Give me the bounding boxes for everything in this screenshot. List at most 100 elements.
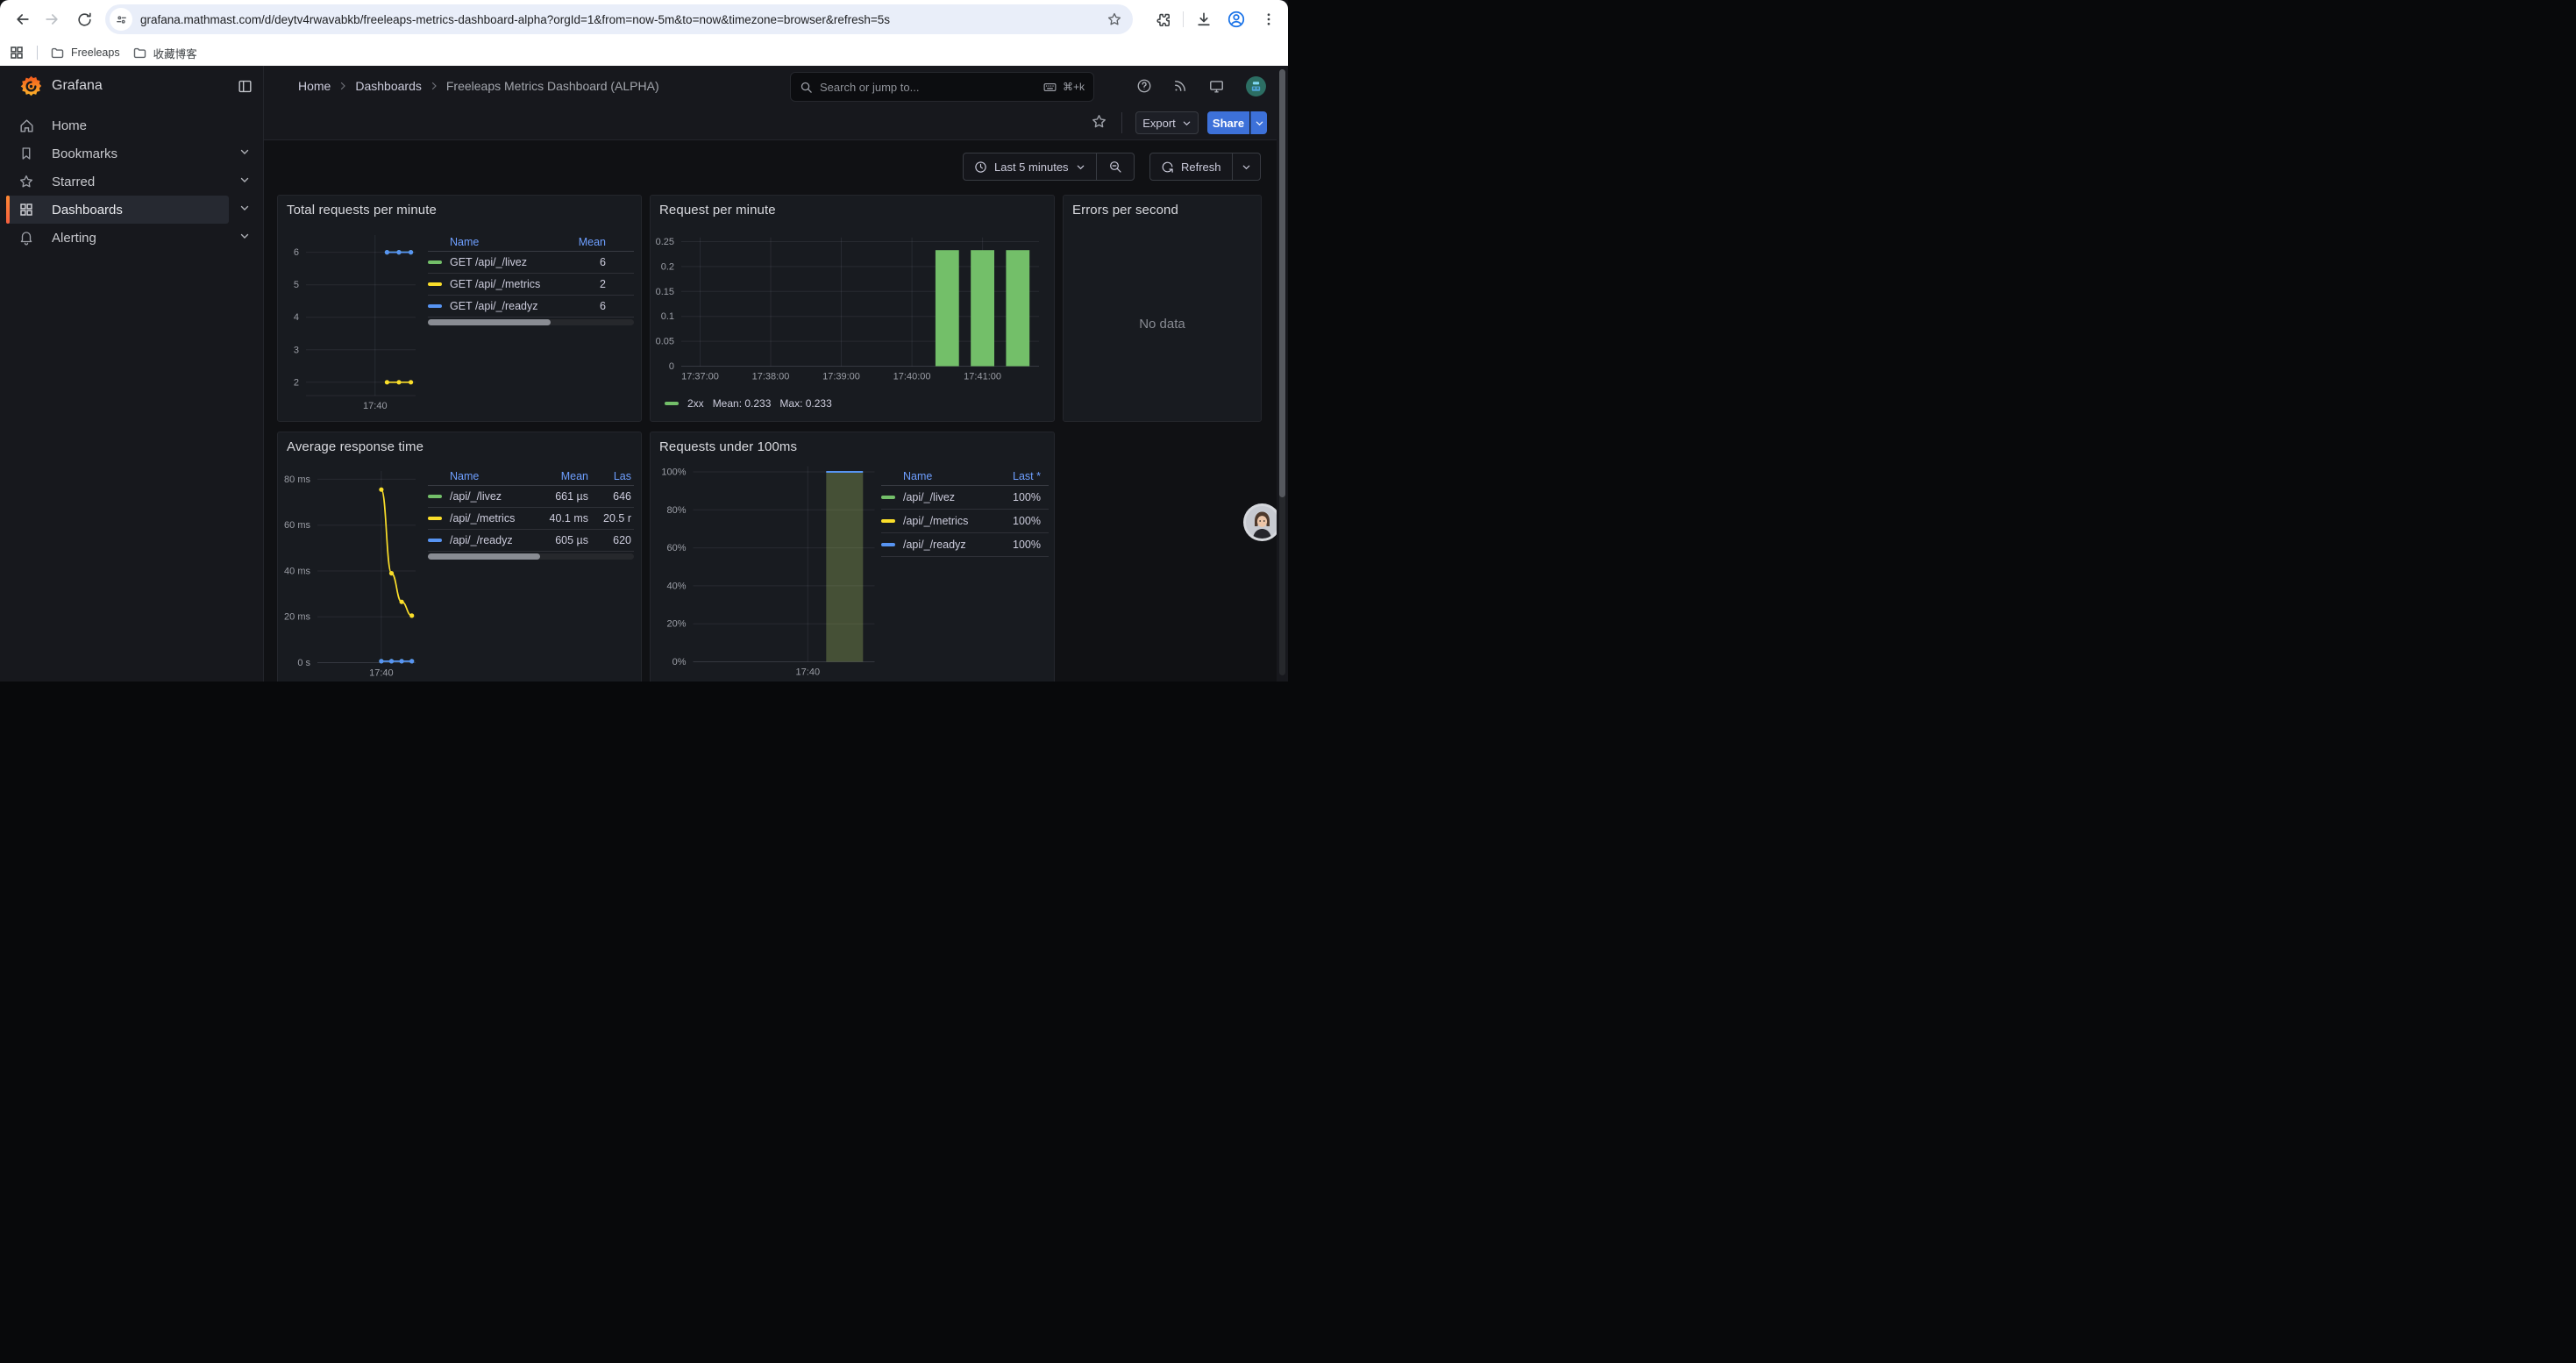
breadcrumb-dashboards[interactable]: Dashboards xyxy=(355,79,422,93)
star-icon xyxy=(16,174,37,189)
series-mean: 6 xyxy=(553,256,606,268)
refresh-interval-button[interactable] xyxy=(1233,162,1260,172)
svg-text:0.1: 0.1 xyxy=(661,311,674,322)
column-header-name[interactable]: Name xyxy=(903,470,988,482)
sidebar-toggle-icon[interactable] xyxy=(237,78,253,95)
header-icons xyxy=(1136,66,1267,106)
series-name[interactable]: /api/_/livez xyxy=(450,490,537,503)
panel-title[interactable]: Total requests per minute xyxy=(287,203,437,218)
url-text[interactable]: grafana.mathmast.com/d/deytv4rwavabkb/fr… xyxy=(140,13,1107,26)
chevron-down-icon[interactable] xyxy=(238,146,253,158)
series-name[interactable]: GET /api/_/readyz xyxy=(450,300,553,312)
search-input[interactable]: Search or jump to... ⌘+k xyxy=(790,72,1094,102)
series-name[interactable]: /api/_/readyz xyxy=(903,539,988,551)
apps-grid-icon[interactable] xyxy=(9,45,25,61)
series-swatch xyxy=(881,496,895,499)
request-per-minute-chart[interactable]: 17:37:0017:38:0017:39:0017:40:0017:41:00… xyxy=(656,231,1049,410)
browser-menu-icon[interactable] xyxy=(1256,7,1281,32)
series-mean: 40.1 ms xyxy=(537,512,588,525)
zoom-out-button[interactable] xyxy=(1097,160,1134,174)
refresh-label: Refresh xyxy=(1181,161,1221,174)
bookmarks-bar: Freeleaps 收藏博客 xyxy=(0,39,1288,66)
panel-title[interactable]: Request per minute xyxy=(659,203,776,218)
column-header-last[interactable]: Las xyxy=(588,470,634,482)
series-name[interactable]: GET /api/_/livez xyxy=(450,256,553,268)
site-info-icon[interactable] xyxy=(110,8,132,31)
panel-avg-response: Average response time 17:4080 ms60 ms40 … xyxy=(277,432,642,682)
under-100ms-chart[interactable]: 17:40100%80%60%40%20%0% xyxy=(656,464,879,682)
time-range-button[interactable]: Last 5 minutes xyxy=(964,161,1096,174)
series-name[interactable]: /api/_/readyz xyxy=(450,534,537,546)
reload-icon[interactable] xyxy=(72,7,96,32)
svg-text:0: 0 xyxy=(669,361,674,372)
series-swatch xyxy=(428,495,442,498)
search-placeholder: Search or jump to... xyxy=(820,81,1042,94)
panel-title[interactable]: Requests under 100ms xyxy=(659,439,797,454)
series-name[interactable]: /api/_/livez xyxy=(903,491,988,503)
sidebar-item-starred[interactable]: Starred xyxy=(6,168,229,196)
svg-text:17:40: 17:40 xyxy=(796,667,821,678)
column-header-name[interactable]: Name xyxy=(450,470,537,482)
chevron-down-icon[interactable] xyxy=(238,230,253,242)
svg-text:0.05: 0.05 xyxy=(656,337,674,347)
share-menu-button[interactable] xyxy=(1250,111,1267,134)
panel-title[interactable]: Errors per second xyxy=(1072,203,1178,218)
svg-text:17:41:00: 17:41:00 xyxy=(964,372,1001,382)
svg-text:40 ms: 40 ms xyxy=(284,567,310,577)
back-icon[interactable] xyxy=(11,7,35,32)
series-last: 646 xyxy=(588,490,634,503)
chevron-down-icon[interactable] xyxy=(238,202,253,214)
sidebar-item-label: Bookmarks xyxy=(52,146,229,161)
column-header-mean[interactable]: Mean xyxy=(537,470,588,482)
column-header-last[interactable]: Last * xyxy=(988,470,1041,482)
favorite-star-icon[interactable] xyxy=(1091,113,1107,130)
bookmark-folder-freeleaps[interactable]: Freeleaps xyxy=(50,46,120,61)
address-bar[interactable]: grafana.mathmast.com/d/deytv4rwavabkb/fr… xyxy=(105,4,1133,34)
sidebar-item-bookmarks[interactable]: Bookmarks xyxy=(6,139,229,168)
series-name[interactable]: GET /api/_/metrics xyxy=(450,278,553,290)
refresh-button[interactable]: Refresh xyxy=(1150,161,1232,174)
page-scrollbar[interactable] xyxy=(1277,66,1288,682)
forward-icon[interactable] xyxy=(39,7,64,32)
series-name[interactable]: /api/_/metrics xyxy=(450,512,537,525)
svg-text:20 ms: 20 ms xyxy=(284,612,310,623)
extensions-icon[interactable] xyxy=(1150,7,1175,32)
bookmark-star-icon[interactable] xyxy=(1107,11,1122,27)
sidebar: Home Bookmarks Starred Dashboards Alerti… xyxy=(0,106,264,682)
column-header-name[interactable]: Name xyxy=(450,236,553,248)
legend-scrollbar[interactable] xyxy=(428,553,634,560)
avg-response-chart[interactable]: 17:4080 ms60 ms40 ms20 ms0 s xyxy=(283,464,417,682)
legend-table: Name Last * /api/_/livez 100% /api/_/met… xyxy=(881,467,1049,557)
downloads-icon[interactable] xyxy=(1192,7,1216,32)
svg-text:17:39:00: 17:39:00 xyxy=(822,372,860,382)
assistant-avatar[interactable] xyxy=(1246,506,1278,539)
series-swatch xyxy=(428,517,442,520)
column-header-mean[interactable]: Mean xyxy=(553,236,606,248)
legend-row: /api/_/metrics 100% xyxy=(881,510,1049,533)
panel-request-per-minute: Request per minute 17:37:0017:38:0017:39… xyxy=(650,195,1055,422)
scrollbar-thumb[interactable] xyxy=(1279,69,1285,497)
series-name[interactable]: 2xx xyxy=(687,397,704,410)
series-name[interactable]: /api/_/metrics xyxy=(903,515,988,527)
breadcrumb-home[interactable]: Home xyxy=(298,79,331,93)
profile-icon[interactable] xyxy=(1224,7,1249,32)
monitor-icon[interactable] xyxy=(1208,78,1225,95)
sidebar-item-home[interactable]: Home xyxy=(6,111,229,139)
apps-grid-icon xyxy=(16,202,37,218)
sidebar-item-alerting[interactable]: Alerting xyxy=(6,224,229,252)
chevron-down-icon[interactable] xyxy=(238,174,253,186)
panel-title[interactable]: Average response time xyxy=(287,439,423,454)
legend-scrollbar[interactable] xyxy=(428,319,634,325)
sidebar-item-dashboards[interactable]: Dashboards xyxy=(6,196,229,224)
share-button[interactable]: Share xyxy=(1207,111,1249,134)
export-button[interactable]: Export xyxy=(1135,111,1199,134)
bookmark-folder-blogs[interactable]: 收藏博客 xyxy=(132,45,197,61)
user-avatar[interactable] xyxy=(1245,75,1267,97)
total-requests-chart[interactable]: 17:4065432 xyxy=(283,227,417,420)
series-max-stat: Max: 0.233 xyxy=(779,397,831,410)
grafana-logo[interactable] xyxy=(19,75,43,98)
series-last: 20.5 r xyxy=(588,512,634,525)
help-icon[interactable] xyxy=(1136,78,1152,94)
rss-icon[interactable] xyxy=(1172,78,1188,94)
sidebar-item-label: Starred xyxy=(52,175,229,189)
